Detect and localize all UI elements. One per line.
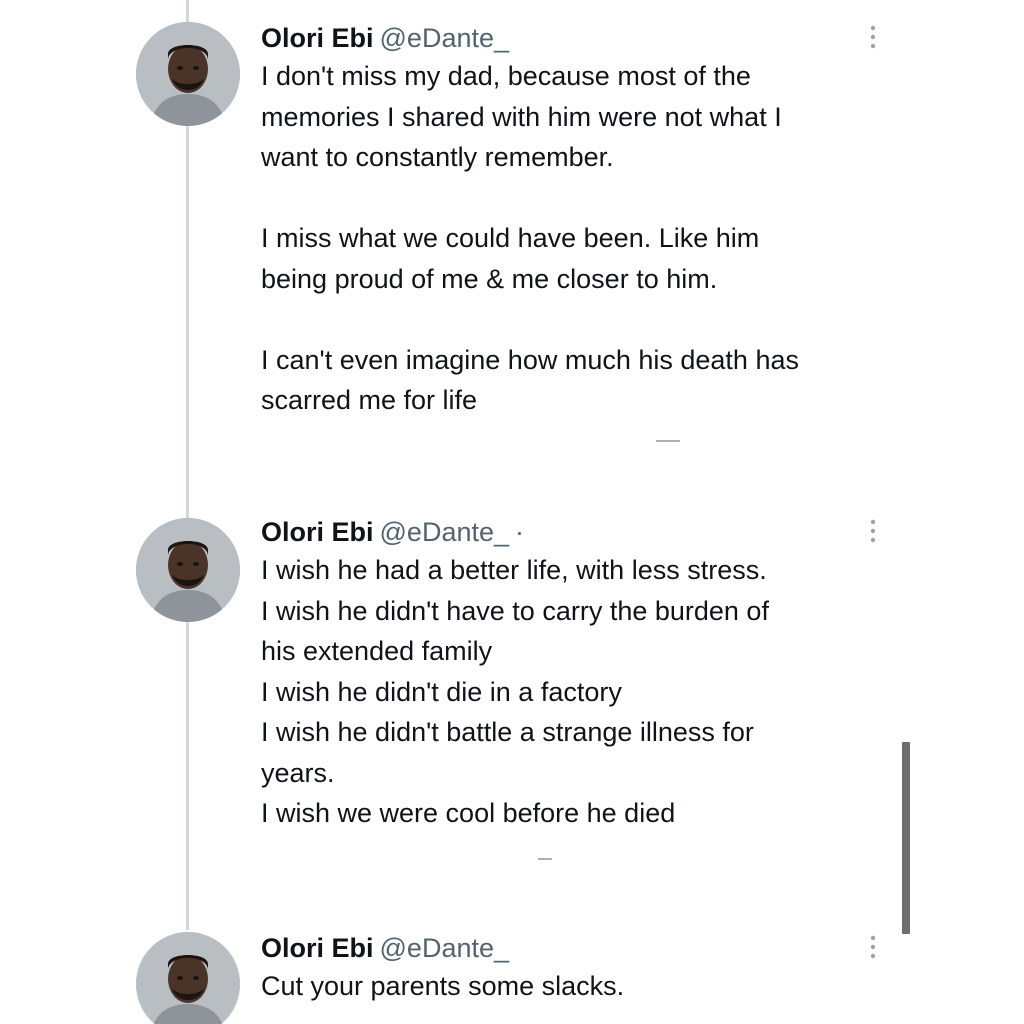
tweet-line: I wish he had a better life, with less s… <box>261 555 767 585</box>
more-vertical-icon[interactable] <box>862 932 884 962</box>
more-vertical-icon[interactable] <box>862 516 884 546</box>
author-name[interactable]: Olori Ebi <box>261 517 374 547</box>
author-name[interactable]: Olori Ebi <box>261 933 374 963</box>
tweet-header: Olori Ebi @eDante_ <box>261 18 509 58</box>
tweet-paragraph: I miss what we could have been. Like him… <box>261 218 921 299</box>
tweet-header: Olori Ebi @eDante_ <box>261 928 509 968</box>
author-name[interactable]: Olori Ebi <box>261 23 374 53</box>
tweet-line: I can't even imagine how much his death … <box>261 344 799 375</box>
tweet-line: want to constantly remember. <box>261 142 614 172</box>
scan-artifact <box>656 440 680 442</box>
tweet-thread-screen: Olori Ebi @eDante_ I don't miss my dad, b… <box>0 0 1024 1024</box>
tweet-text: Cut your parents some slacks. <box>261 966 921 1007</box>
tweet-line: I wish we were cool before he died <box>261 798 676 828</box>
tweet-paragraph: I can't even imagine how much his death … <box>261 340 921 421</box>
tweet-line: scarred me for life <box>261 385 478 415</box>
avatar-photo-icon <box>136 518 240 622</box>
more-vertical-icon[interactable] <box>862 22 884 52</box>
tweet-line: I miss what we could have been. Like him <box>261 223 760 253</box>
avatar-photo-icon <box>136 932 240 1024</box>
author-handle[interactable]: @eDante_ <box>380 933 510 963</box>
tweet-paragraph: Cut your parents some slacks. <box>261 966 921 1007</box>
tweet-line: I don't miss my dad, because most of the <box>261 61 751 91</box>
author-handle[interactable]: @eDante_ <box>380 23 510 53</box>
tweet-paragraph: I wish he had a better life, with less s… <box>261 550 921 834</box>
tweet-line: memories I shared with him were not what… <box>261 101 782 132</box>
thread-connector-line <box>186 0 189 930</box>
avatar-photo-icon <box>136 22 240 126</box>
tweet-header: Olori Ebi @eDante_ · <box>261 512 524 552</box>
avatar[interactable] <box>136 518 240 622</box>
tweet-text: I wish he had a better life, with less s… <box>261 550 921 834</box>
scrollbar-thumb[interactable] <box>902 742 910 934</box>
tweet-line: Cut your parents some slacks. <box>261 971 625 1001</box>
tweet-line: I wish he didn't have to carry the burde… <box>261 595 769 626</box>
tweet-line: being proud of me & me closer to him. <box>261 263 718 294</box>
tweet-line: his extended family <box>261 636 493 666</box>
tweet-line: I wish he didn't battle a strange illnes… <box>261 717 754 747</box>
scan-artifact <box>538 858 552 860</box>
avatar[interactable] <box>136 22 240 126</box>
author-handle[interactable]: @eDante_ <box>380 517 510 547</box>
tweet-text: I don't miss my dad, because most of the… <box>261 56 921 421</box>
separator-dot: · <box>515 517 525 547</box>
tweet-line: I wish he didn't die in a factory <box>261 676 622 707</box>
avatar[interactable] <box>136 932 240 1024</box>
tweet-line: years. <box>261 757 335 788</box>
tweet-paragraph: I don't miss my dad, because most of the… <box>261 56 921 178</box>
